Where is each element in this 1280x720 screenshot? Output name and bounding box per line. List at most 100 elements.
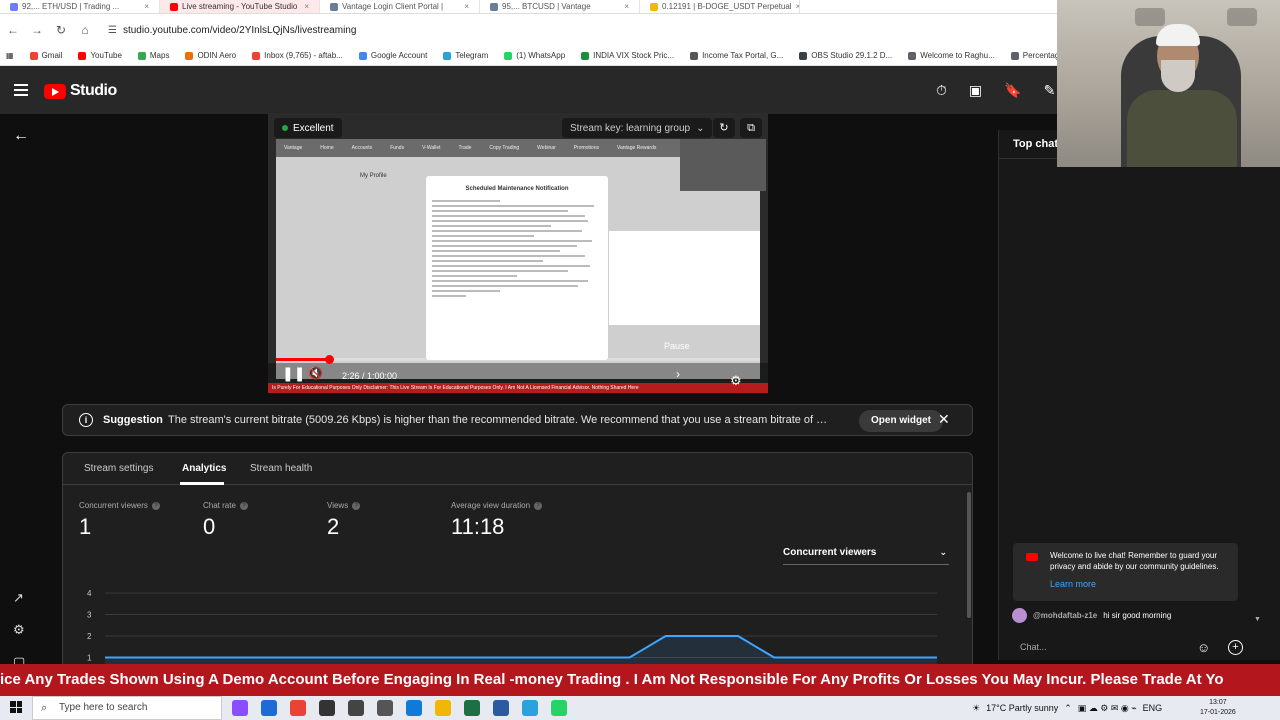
apps-icon[interactable]: ▦ [6,51,14,60]
help-icon[interactable]: ? [534,501,543,510]
metric-average-view-duration: Average view duration? 11:18 [451,501,543,540]
browser-tab[interactable]: 92,... ETH/USD | Trading ... × [0,0,160,13]
browser-tab[interactable]: Vantage Login Client Portal | × [320,0,480,13]
home-icon[interactable]: ⌂ [78,23,92,37]
emoji-icon[interactable]: ☺ [1197,640,1210,655]
weather-icon[interactable]: ☀ [972,703,980,714]
whatsapp-icon[interactable] [551,700,567,716]
stream-key-dropdown[interactable]: Stream key: learning group ⌄ [562,118,713,138]
chat-mode-dropdown[interactable]: Top chat [1013,138,1058,150]
bookmark-item[interactable]: OBS Studio 29.1.2 D... [799,51,892,60]
reload-icon[interactable]: ↻ [54,23,68,37]
refresh-icon[interactable]: ↻ [713,118,735,138]
bookmark-favicon-icon [137,51,146,60]
bookmark-item[interactable]: Maps [137,51,169,60]
app-icon[interactable] [377,700,393,716]
bookmark-item[interactable]: (1) WhatsApp [504,51,565,60]
bookmark-item[interactable]: Telegram [443,51,488,60]
learn-more-link[interactable]: Learn more [1050,579,1096,589]
tab-close-icon[interactable]: × [464,2,469,11]
bookmark-item[interactable]: Google Account [358,51,427,60]
help-icon[interactable]: ? [151,501,160,510]
help-icon[interactable]: ? [239,501,248,510]
bookmark-item[interactable]: Inbox (9,765) - aftab... [252,51,343,60]
chrome-icon[interactable] [290,700,306,716]
chevron-right-icon[interactable]: › [676,367,680,381]
analytics-scrollbar[interactable] [967,492,971,618]
url-field[interactable]: ☰ studio.youtube.com/video/2YInlsLQjNs/l… [108,25,356,36]
bookmark-favicon-icon [504,51,513,60]
tab-close-icon[interactable]: × [144,2,149,11]
browser-tab-label: Live streaming - YouTube Studio [182,2,298,11]
tab-stream-settings[interactable]: Stream settings [84,463,153,474]
forward-icon[interactable]: → [30,23,44,37]
add-icon[interactable]: + [1228,640,1243,655]
tab-close-icon[interactable]: × [796,2,799,11]
header-actions: ⏱ ▣ 🔖 ✎ [936,82,1055,99]
back-icon[interactable]: ← [6,23,20,37]
settings-icon[interactable]: ⚙ [13,622,25,638]
tray-icons[interactable]: ▣ ☁ ⚙ ✉ ◉ ⌁ [1078,703,1137,714]
bookmark-item[interactable]: Welcome to Raghu... [908,51,995,60]
tab-close-icon[interactable]: × [624,2,629,11]
excel-icon[interactable] [464,700,480,716]
windows-start-icon[interactable] [10,701,22,713]
app-icon[interactable] [493,700,509,716]
app-icon[interactable] [232,700,248,716]
bookmark-icon[interactable]: 🔖 [1004,82,1021,99]
weather-text[interactable]: 17°C Partly sunny [986,703,1058,713]
bookmark-item[interactable]: Income Tax Portal, G... [690,51,783,60]
help-icon[interactable]: ? [352,501,361,510]
broadcast-icon[interactable]: ▣ [969,82,982,99]
pause-icon[interactable]: ❚❚ [282,365,305,382]
bookmark-item[interactable]: ODIN Aero [185,51,236,60]
site-info-icon[interactable]: ☰ [108,25,117,36]
person-cap [1156,24,1200,46]
back-arrow-icon[interactable]: ← [13,127,29,145]
chat-author[interactable]: @mohdaftab-z1e [1033,611,1097,620]
screen: 92,... ETH/USD | Trading ... × Live stream… [0,0,1280,720]
tab-stream-health[interactable]: Stream health [250,463,312,474]
copy-icon[interactable]: ⧉ [740,118,762,138]
browser-tab[interactable]: Live streaming - YouTube Studio × [160,0,320,13]
taskbar-clock[interactable]: 13:07 17-01-2026 [1200,698,1236,718]
studio-logo[interactable]: Studio [44,82,117,100]
bookmark-favicon-icon [29,51,38,60]
chat-input[interactable]: Chat... [1012,636,1192,658]
tab-analytics[interactable]: Analytics [182,463,226,474]
metric-select-dropdown[interactable]: Concurrent viewers ⌄ [783,547,949,565]
mute-icon[interactable]: 🔇 [308,366,323,380]
stream-preview[interactable]: Vantage Home Accounts Funds V-Wallet Trade Cop… [268,113,768,393]
chat-welcome-message: Welcome to live chat! Remember to guard … [1013,543,1238,601]
browser-tab[interactable]: 0.12191 | B-DOGE_USDT Perpetual × [640,0,800,13]
tab-favicon-icon [10,2,18,11]
tray-chevron-icon[interactable]: ⌃ [1064,703,1072,714]
app-icon[interactable] [348,700,364,716]
youtube-icon [1026,553,1038,561]
open-widget-button[interactable]: Open widget [859,410,943,432]
bookmark-item[interactable]: Gmail [29,51,62,60]
tab-close-icon[interactable]: × [304,2,309,11]
scroll-down-icon[interactable]: ▼ [1254,616,1261,623]
language-indicator[interactable]: ENG [1143,703,1163,713]
avatar[interactable] [1012,608,1027,623]
menu-icon[interactable] [14,84,28,96]
player-settings-icon[interactable]: ⚙ [730,373,742,389]
timer-icon[interactable]: ⏱ [936,82,947,99]
taskbar-search-input[interactable]: ⌕ Type here to search [32,696,222,720]
tab-favicon-icon [490,2,498,11]
player-progress-bar[interactable] [276,355,760,364]
preview-maintenance-notice: Scheduled Maintenance Notification [426,176,608,360]
close-icon[interactable]: ✕ [938,411,950,428]
bookmark-item[interactable]: YouTube [78,51,122,60]
folder-icon[interactable] [435,700,451,716]
series-line[interactable] [105,635,937,659]
open-external-icon[interactable]: ↗ [13,590,24,606]
telegram-icon[interactable] [522,700,538,716]
browser-tab[interactable]: 95,... BTCUSD | Vantage × [480,0,640,13]
edit-icon[interactable]: ✎ [1044,82,1056,99]
obs-icon[interactable] [319,700,335,716]
edge-icon[interactable] [406,700,422,716]
bookmark-item[interactable]: INDIA VIX Stock Pric... [581,51,674,60]
app-icon[interactable] [261,700,277,716]
